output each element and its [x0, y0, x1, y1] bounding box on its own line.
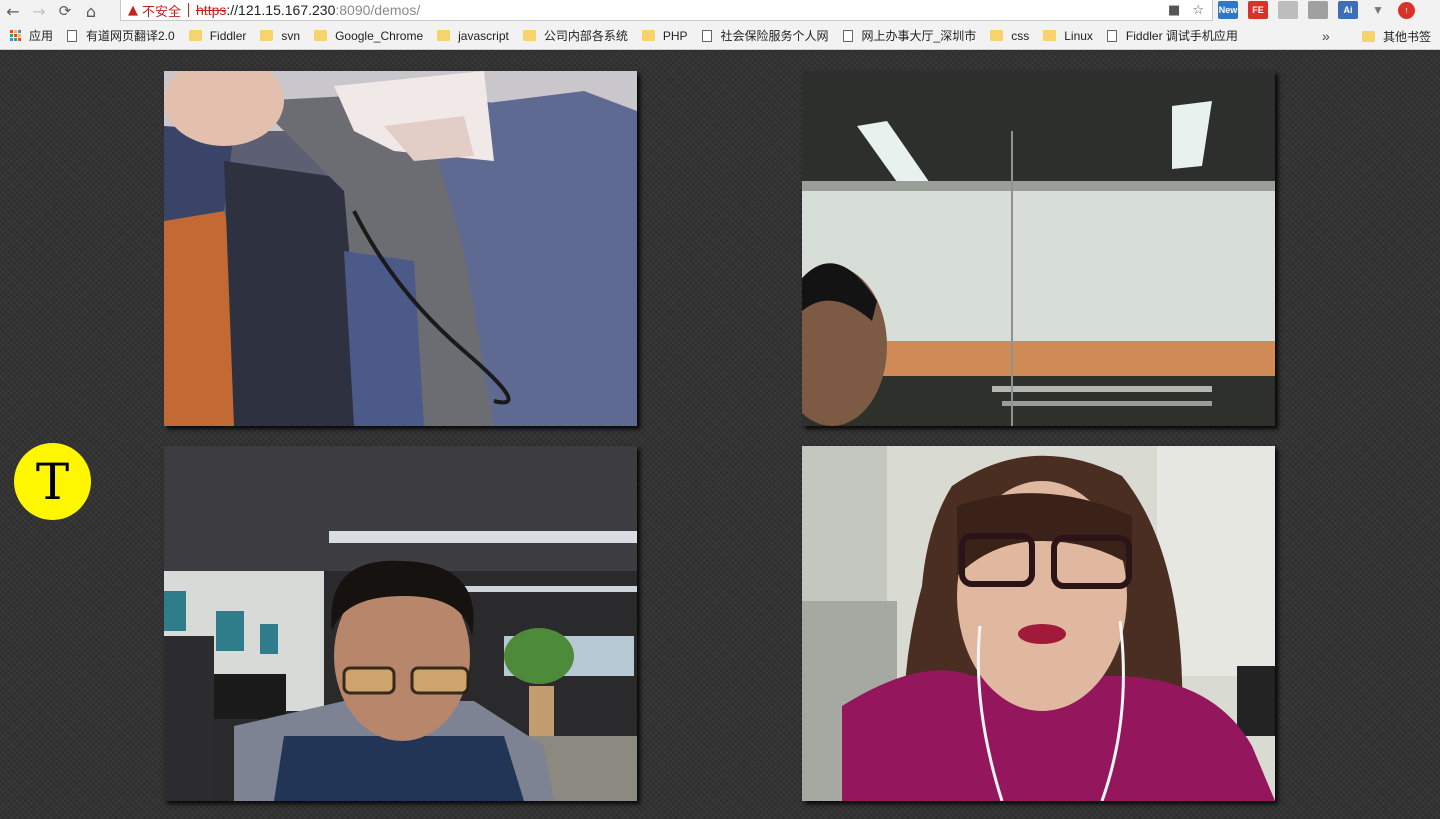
bookmark-fiddler[interactable]: Fiddler [181, 22, 253, 50]
page-icon [701, 29, 712, 42]
bookmark-label: Fiddler 调试手机应用 [1125, 29, 1238, 43]
video-frame [802, 446, 1275, 801]
bookmark-label: PHP [662, 28, 688, 43]
video-tile-2[interactable] [802, 71, 1275, 426]
folder-icon [437, 30, 451, 41]
bookmark-label: css [1011, 28, 1030, 43]
url-scheme: https [196, 2, 227, 18]
extension-grey-icon[interactable] [1278, 1, 1298, 19]
avatar-initial: T [35, 452, 70, 511]
extension-vee-icon[interactable]: ▼ [1368, 1, 1388, 19]
browser-toolbar: ← → ⟳ ⌂ ▲ 不安全 https ://121.15.167.230 :8… [0, 0, 1440, 22]
bookmark-javascript[interactable]: javascript [429, 22, 515, 50]
bookmark-label: Google_Chrome [335, 28, 424, 43]
bookmark-internal-systems[interactable]: 公司内部各系统 [515, 22, 634, 50]
extension-layout-icon[interactable] [1308, 1, 1328, 19]
video-frame [164, 446, 637, 801]
security-warning-label[interactable]: 不安全 [142, 1, 181, 20]
camera-icon[interactable]: ■ [1168, 3, 1180, 18]
bookmark-label: svn [281, 28, 301, 43]
extension-icons: New FE Ai ▼ ↑ [1218, 1, 1415, 19]
bookmarks-overflow-chevron-icon[interactable]: » [1322, 22, 1330, 50]
bookmark-label: Fiddler [209, 28, 247, 43]
bookmark-label: 社会保险服务个人网 [720, 29, 829, 43]
extension-new-icon[interactable]: New [1218, 1, 1238, 19]
star-bookmark-icon[interactable]: ☆ [1192, 3, 1204, 18]
url-path: :8090/demos/ [335, 2, 421, 18]
home-icon[interactable]: ⌂ [78, 0, 104, 22]
video-tile-1[interactable] [164, 71, 637, 426]
bookmark-apps[interactable]: 应用 [0, 22, 59, 50]
bookmark-label: 公司内部各系统 [543, 29, 628, 43]
bookmark-svn[interactable]: svn [252, 22, 306, 50]
address-bar[interactable]: ▲ 不安全 https ://121.15.167.230 :8090/demo… [120, 0, 1213, 21]
back-arrow-icon[interactable]: ← [0, 0, 26, 22]
address-divider [188, 3, 190, 17]
folder-icon [1043, 30, 1057, 41]
bookmark-label: javascript [458, 28, 509, 43]
reload-icon[interactable]: ⟳ [52, 0, 78, 22]
video-frame [164, 71, 637, 426]
bookmark-other[interactable]: 其他书签 [1356, 22, 1437, 50]
warning-triangle-icon: ▲ [128, 2, 138, 18]
bookmark-label: 应用 [29, 29, 54, 43]
bookmark-php[interactable]: PHP [634, 22, 694, 50]
apps-grid-icon [10, 30, 21, 41]
page-icon [67, 29, 78, 42]
extension-red-icon[interactable]: ↑ [1398, 1, 1415, 19]
folder-icon [990, 30, 1004, 41]
bookmark-css[interactable]: css [982, 22, 1035, 50]
folder-icon [260, 30, 274, 41]
video-tile-3[interactable] [164, 446, 637, 801]
bookmarks-bar: 应用 有道网页翻译2.0 Fiddler svn Google_Chrome j… [0, 22, 1440, 50]
folder-icon [641, 30, 655, 41]
page-icon [842, 29, 853, 42]
video-tile-4[interactable] [802, 446, 1275, 801]
bookmark-social-insurance[interactable]: 社会保险服务个人网 [694, 22, 835, 50]
participant-avatar[interactable]: T [14, 443, 91, 520]
video-frame [802, 71, 1275, 426]
bookmark-label: 其他书签 [1383, 29, 1432, 44]
url-host: ://121.15.167.230 [226, 2, 336, 18]
folder-icon [1362, 30, 1375, 42]
folder-icon [522, 30, 536, 41]
folder-icon [188, 30, 202, 41]
bookmark-youdao[interactable]: 有道网页翻译2.0 [59, 22, 181, 50]
bookmark-google-chrome[interactable]: Google_Chrome [306, 22, 429, 50]
bookmark-linux[interactable]: Linux [1035, 22, 1099, 50]
forward-arrow-icon[interactable]: → [26, 0, 52, 22]
bookmark-label: 有道网页翻译2.0 [86, 29, 175, 43]
bookmark-service-hall[interactable]: 网上办事大厅_深圳市 [835, 22, 983, 50]
bookmark-label: 网上办事大厅_深圳市 [861, 29, 977, 43]
folder-icon [314, 30, 328, 41]
bookmark-label: Linux [1064, 28, 1093, 43]
bookmark-fiddler-mobile[interactable]: Fiddler 调试手机应用 [1099, 22, 1244, 50]
page-icon [1106, 29, 1117, 42]
extension-ai-icon[interactable]: Ai [1338, 1, 1358, 19]
extension-fe-icon[interactable]: FE [1248, 1, 1268, 19]
page-content: T [0, 51, 1440, 819]
